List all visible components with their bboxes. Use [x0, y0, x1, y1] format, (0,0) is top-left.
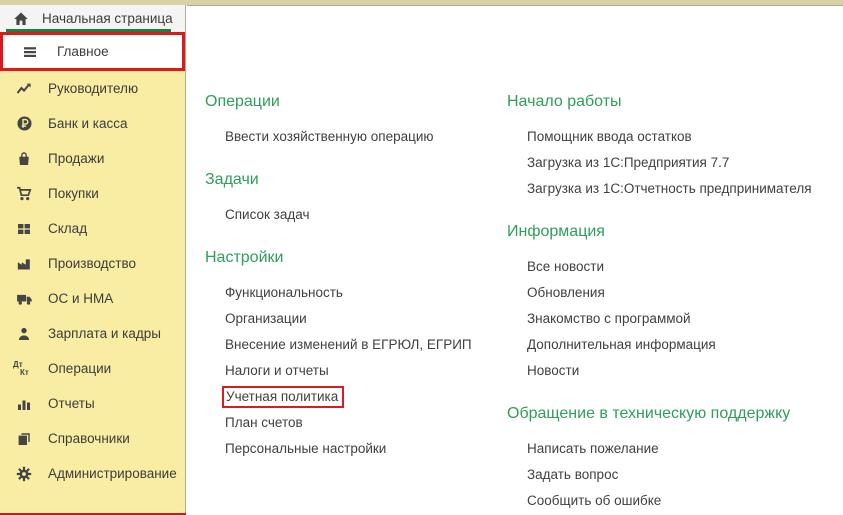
link-additional-information[interactable]: Дополнительная информация — [527, 332, 837, 358]
link-label: Помощник ввода остатков — [527, 129, 692, 144]
content-column-left: Операции Ввести хозяйственную операцию З… — [205, 6, 500, 462]
sidebar-item-warehouse[interactable]: Склад — [0, 211, 185, 246]
link-balance-entry-assistant[interactable]: Помощник ввода остатков — [527, 124, 837, 150]
menu-icon — [19, 43, 41, 61]
section-title: Обращение в техническую поддержку — [507, 404, 837, 424]
content-column-right: Начало работы Помощник ввода остатков За… — [507, 6, 837, 514]
sidebar-item-label: Руководителю — [48, 81, 138, 96]
sidebar-item-directories[interactable]: Справочники — [0, 421, 185, 456]
link-import-1c-77[interactable]: Загрузка из 1С:Предприятия 7.7 — [527, 150, 837, 176]
sidebar-item-label: ОС и НМА — [48, 291, 113, 306]
link-egrul-changes[interactable]: Внесение изменений в ЕГРЮЛ, ЕГРИП — [225, 332, 500, 358]
sidebar-item-operations[interactable]: Дт Кт Операции — [0, 351, 185, 386]
link-label: Список задач — [225, 207, 310, 222]
link-label: Новости — [527, 363, 579, 378]
sidebar-item-label: Склад — [48, 221, 87, 236]
sidebar-item-manager[interactable]: Руководителю — [0, 71, 185, 106]
link-ask-question[interactable]: Задать вопрос — [527, 462, 837, 488]
link-label: Внесение изменений в ЕГРЮЛ, ЕГРИП — [225, 337, 472, 352]
link-import-1c-entrepreneur[interactable]: Загрузка из 1С:Отчетность предпринимател… — [527, 176, 837, 202]
sidebar-item-main[interactable]: Главное — [0, 32, 185, 71]
bar-chart-icon — [13, 395, 35, 413]
link-label: Сообщить об ошибке — [527, 493, 661, 508]
home-page-tab[interactable]: Начальная страница — [0, 5, 185, 32]
main-content: Операции Ввести хозяйственную операцию З… — [187, 5, 843, 515]
sidebar-item-label: Покупки — [48, 186, 99, 201]
link-enter-business-operation[interactable]: Ввести хозяйственную операцию — [225, 124, 500, 150]
sidebar-item-salary-hr[interactable]: Зарплата и кадры — [0, 316, 185, 351]
link-label: Загрузка из 1С:Отчетность предпринимател… — [527, 181, 812, 196]
sidebar-item-label: Продажи — [48, 151, 104, 166]
books-icon — [13, 430, 35, 448]
section-title: Информация — [507, 222, 837, 242]
sidebar-item-administration[interactable]: Администрирование — [0, 456, 185, 491]
kt-label: Кт — [20, 369, 29, 377]
sidebar-item-fixed-assets[interactable]: ОС и НМА — [0, 281, 185, 316]
sidebar-item-label: Банк и касса — [48, 116, 128, 131]
sidebar-item-label: Главное — [57, 44, 109, 59]
link-label: Персональные настройки — [225, 441, 386, 456]
gear-icon — [13, 465, 35, 483]
section-settings: Настройки Функциональность Организации В… — [205, 248, 500, 462]
link-news[interactable]: Новости — [527, 358, 837, 384]
trend-icon — [13, 80, 35, 98]
link-label: Функциональность — [225, 285, 343, 300]
link-taxes-reports[interactable]: Налоги и отчеты — [225, 358, 500, 384]
home-page-label: Начальная страница — [42, 11, 173, 26]
link-program-introduction[interactable]: Знакомство с программой — [527, 306, 837, 332]
link-chart-of-accounts[interactable]: План счетов — [225, 410, 500, 436]
link-label: План счетов — [225, 415, 303, 430]
link-functionality[interactable]: Функциональность — [225, 280, 500, 306]
link-label-highlighted: Учетная политика — [222, 386, 344, 408]
section-title: Операции — [205, 92, 500, 112]
section-title: Задачи — [205, 170, 500, 190]
sidebar: Начальная страница Главное Руководителю … — [0, 5, 186, 515]
home-icon — [10, 10, 32, 28]
sidebar-item-purchases[interactable]: Покупки — [0, 176, 185, 211]
section-getting-started: Начало работы Помощник ввода остатков За… — [507, 92, 837, 202]
link-label: Дополнительная информация — [527, 337, 716, 352]
link-all-news[interactable]: Все новости — [527, 254, 837, 280]
link-write-wish[interactable]: Написать пожелание — [527, 436, 837, 462]
sidebar-item-label: Справочники — [48, 431, 130, 446]
section-tech-support: Обращение в техническую поддержку Написа… — [507, 404, 837, 514]
section-title: Настройки — [205, 248, 500, 268]
section-operations: Операции Ввести хозяйственную операцию — [205, 92, 500, 150]
factory-icon — [13, 255, 35, 273]
section-information: Информация Все новости Обновления Знаком… — [507, 222, 837, 384]
link-label: Написать пожелание — [527, 441, 659, 456]
cart-icon — [13, 185, 35, 203]
sidebar-item-production[interactable]: Производство — [0, 246, 185, 281]
section-tasks: Задачи Список задач — [205, 170, 500, 228]
person-icon — [13, 325, 35, 343]
link-updates[interactable]: Обновления — [527, 280, 837, 306]
sidebar-item-bank-cash[interactable]: Банк и касса — [0, 106, 185, 141]
link-label: Задать вопрос — [527, 467, 618, 482]
warehouse-icon — [13, 220, 35, 238]
truck-icon — [13, 290, 35, 308]
link-report-error[interactable]: Сообщить об ошибке — [527, 488, 837, 514]
link-label: Ввести хозяйственную операцию — [225, 129, 434, 144]
sidebar-item-label: Зарплата и кадры — [48, 326, 161, 341]
dt-kt-icon: Дт Кт — [13, 360, 35, 378]
link-label: Все новости — [527, 259, 604, 274]
link-task-list[interactable]: Список задач — [225, 202, 500, 228]
link-accounting-policy[interactable]: Учетная политика — [225, 384, 500, 410]
link-label: Налоги и отчеты — [225, 363, 329, 378]
link-organizations[interactable]: Организации — [225, 306, 500, 332]
sidebar-item-reports[interactable]: Отчеты — [0, 386, 185, 421]
link-personal-settings[interactable]: Персональные настройки — [225, 436, 500, 462]
link-label: Обновления — [527, 285, 605, 300]
bag-icon — [13, 150, 35, 168]
link-label: Организации — [225, 311, 307, 326]
link-label: Знакомство с программой — [527, 311, 691, 326]
section-title: Начало работы — [507, 92, 837, 112]
sidebar-item-label: Операции — [48, 361, 111, 376]
link-label: Загрузка из 1С:Предприятия 7.7 — [527, 155, 729, 170]
sidebar-item-label: Администрирование — [48, 466, 177, 481]
ruble-icon — [13, 115, 35, 133]
sidebar-item-label: Производство — [48, 256, 136, 271]
sidebar-item-sales[interactable]: Продажи — [0, 141, 185, 176]
sidebar-item-label: Отчеты — [48, 396, 95, 411]
